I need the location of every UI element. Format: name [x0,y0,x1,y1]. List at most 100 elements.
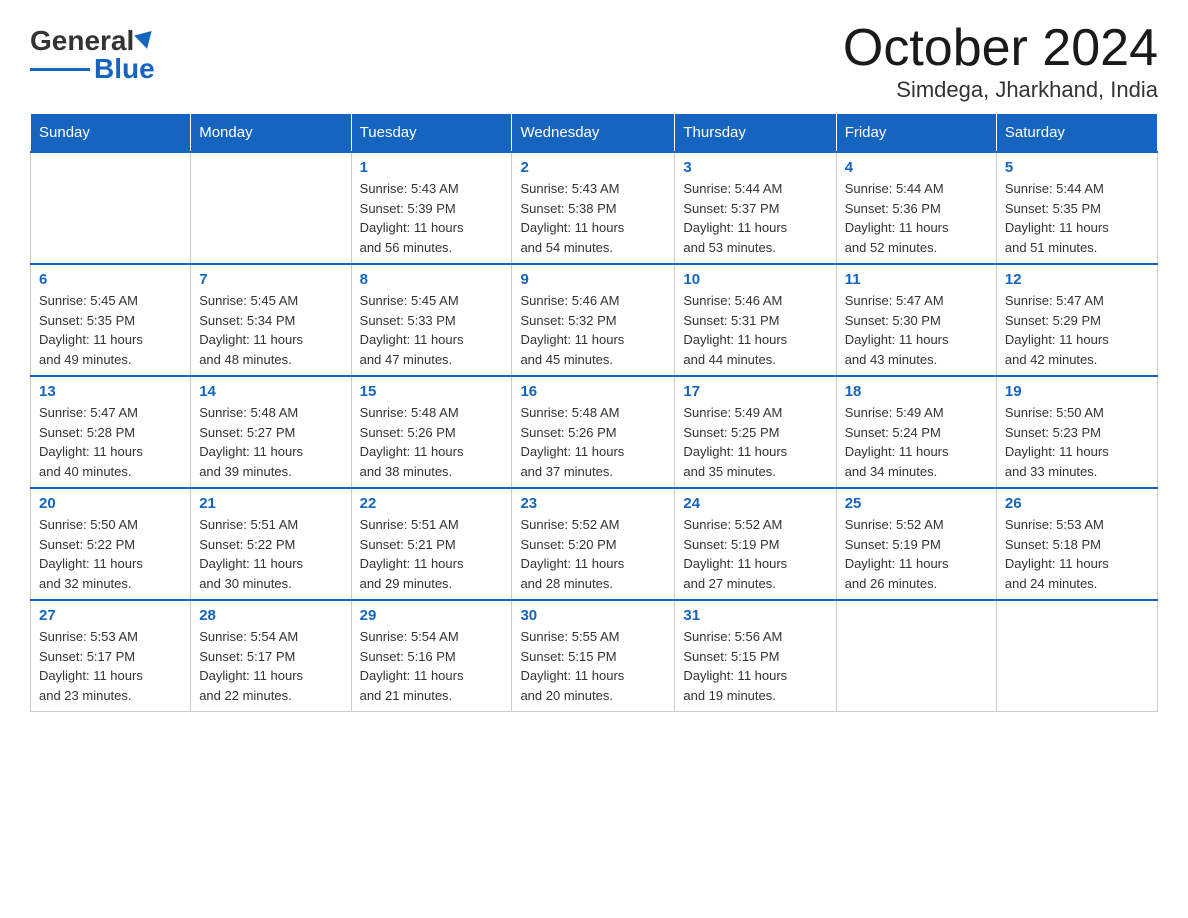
calendar-cell: 31 Sunrise: 5:56 AMSunset: 5:15 PMDayligh… [675,600,836,712]
day-number: 11 [845,271,988,288]
day-info: Sunrise: 5:44 AMSunset: 5:36 PMDaylight:… [845,179,988,257]
logo-triangle-icon [135,31,157,51]
weekday-header-sunday: Sunday [31,114,191,153]
calendar-cell [191,152,351,264]
calendar-cell: 3 Sunrise: 5:44 AMSunset: 5:37 PMDaylight… [675,152,836,264]
day-info: Sunrise: 5:43 AMSunset: 5:39 PMDaylight:… [360,179,504,257]
calendar-cell: 21 Sunrise: 5:51 AMSunset: 5:22 PMDayligh… [191,488,351,600]
calendar-cell: 26 Sunrise: 5:53 AMSunset: 5:18 PMDayligh… [996,488,1157,600]
calendar-cell: 11 Sunrise: 5:47 AMSunset: 5:30 PMDayligh… [836,264,996,376]
calendar-cell: 5 Sunrise: 5:44 AMSunset: 5:35 PMDaylight… [996,152,1157,264]
day-info: Sunrise: 5:54 AMSunset: 5:16 PMDaylight:… [360,627,504,705]
calendar-cell [996,600,1157,712]
day-info: Sunrise: 5:45 AMSunset: 5:35 PMDaylight:… [39,291,182,369]
calendar-cell: 30Sunrise: 5:55 AMSunset: 5:15 PMDayligh… [512,600,675,712]
day-number: 17 [683,383,827,400]
day-number: 24 [683,495,827,512]
day-info: Sunrise: 5:53 AMSunset: 5:17 PMDaylight:… [39,627,182,705]
day-info: Sunrise: 5:56 AMSunset: 5:15 PMDaylight:… [683,627,827,705]
day-number: 14 [199,383,342,400]
weekday-header-wednesday: Wednesday [512,114,675,153]
day-info: Sunrise: 5:52 AMSunset: 5:19 PMDaylight:… [845,515,988,593]
location-title: Simdega, Jharkhand, India [843,77,1158,103]
day-info: Sunrise: 5:50 AMSunset: 5:23 PMDaylight:… [1005,403,1149,481]
calendar-cell: 25 Sunrise: 5:52 AMSunset: 5:19 PMDayligh… [836,488,996,600]
day-number: 21 [199,495,342,512]
weekday-header-monday: Monday [191,114,351,153]
page-header: General Blue October 2024 Simdega, Jhark… [30,20,1158,103]
calendar-cell: 4Sunrise: 5:44 AMSunset: 5:36 PMDaylight… [836,152,996,264]
day-info: Sunrise: 5:49 AMSunset: 5:25 PMDaylight:… [683,403,827,481]
day-info: Sunrise: 5:47 AMSunset: 5:30 PMDaylight:… [845,291,988,369]
day-number: 10 [683,271,827,288]
calendar-cell: 23 Sunrise: 5:52 AMSunset: 5:20 PMDayligh… [512,488,675,600]
day-info: Sunrise: 5:45 AMSunset: 5:33 PMDaylight:… [360,291,504,369]
day-info: Sunrise: 5:50 AMSunset: 5:22 PMDaylight:… [39,515,182,593]
week-row-3: 13 Sunrise: 5:47 AMSunset: 5:28 PMDayligh… [31,376,1158,488]
calendar-cell: 9Sunrise: 5:46 AMSunset: 5:32 PMDaylight… [512,264,675,376]
week-row-5: 27 Sunrise: 5:53 AMSunset: 5:17 PMDayligh… [31,600,1158,712]
logo: General Blue [30,20,156,85]
calendar-cell: 14 Sunrise: 5:48 AMSunset: 5:27 PMDayligh… [191,376,351,488]
calendar-cell: 15 Sunrise: 5:48 AMSunset: 5:26 PMDayligh… [351,376,512,488]
day-number: 30 [520,607,666,624]
day-number: 13 [39,383,182,400]
day-number: 25 [845,495,988,512]
weekday-header-thursday: Thursday [675,114,836,153]
day-info: Sunrise: 5:48 AMSunset: 5:26 PMDaylight:… [520,403,666,481]
day-info: Sunrise: 5:51 AMSunset: 5:21 PMDaylight:… [360,515,504,593]
day-number: 23 [520,495,666,512]
day-number: 18 [845,383,988,400]
weekday-header-friday: Friday [836,114,996,153]
day-number: 26 [1005,495,1149,512]
day-number: 8 [360,271,504,288]
calendar-table: SundayMondayTuesdayWednesdayThursdayFrid… [30,113,1158,712]
week-row-1: 1 Sunrise: 5:43 AMSunset: 5:39 PMDaylight… [31,152,1158,264]
day-number: 16 [520,383,666,400]
title-block: October 2024 Simdega, Jharkhand, India [843,20,1158,103]
day-info: Sunrise: 5:46 AMSunset: 5:31 PMDaylight:… [683,291,827,369]
logo-blue: Blue [94,53,155,85]
day-info: Sunrise: 5:53 AMSunset: 5:18 PMDaylight:… [1005,515,1149,593]
calendar-cell: 22 Sunrise: 5:51 AMSunset: 5:21 PMDayligh… [351,488,512,600]
calendar-cell: 12 Sunrise: 5:47 AMSunset: 5:29 PMDayligh… [996,264,1157,376]
day-info: Sunrise: 5:48 AMSunset: 5:26 PMDaylight:… [360,403,504,481]
day-number: 7 [199,271,342,288]
calendar-cell: 18Sunrise: 5:49 AMSunset: 5:24 PMDayligh… [836,376,996,488]
day-info: Sunrise: 5:54 AMSunset: 5:17 PMDaylight:… [199,627,342,705]
day-info: Sunrise: 5:48 AMSunset: 5:27 PMDaylight:… [199,403,342,481]
day-number: 2 [520,159,666,176]
day-info: Sunrise: 5:51 AMSunset: 5:22 PMDaylight:… [199,515,342,593]
day-number: 19 [1005,383,1149,400]
day-number: 15 [360,383,504,400]
day-number: 31 [683,607,827,624]
calendar-cell [31,152,191,264]
day-number: 5 [1005,159,1149,176]
day-info: Sunrise: 5:52 AMSunset: 5:20 PMDaylight:… [520,515,666,593]
calendar-cell: 20 Sunrise: 5:50 AMSunset: 5:22 PMDayligh… [31,488,191,600]
calendar-cell: 29Sunrise: 5:54 AMSunset: 5:16 PMDayligh… [351,600,512,712]
calendar-cell: 1 Sunrise: 5:43 AMSunset: 5:39 PMDaylight… [351,152,512,264]
day-info: Sunrise: 5:47 AMSunset: 5:28 PMDaylight:… [39,403,182,481]
day-info: Sunrise: 5:46 AMSunset: 5:32 PMDaylight:… [520,291,666,369]
day-info: Sunrise: 5:47 AMSunset: 5:29 PMDaylight:… [1005,291,1149,369]
day-info: Sunrise: 5:44 AMSunset: 5:35 PMDaylight:… [1005,179,1149,257]
day-number: 12 [1005,271,1149,288]
calendar-cell: 7 Sunrise: 5:45 AMSunset: 5:34 PMDaylight… [191,264,351,376]
day-number: 20 [39,495,182,512]
calendar-cell: 19 Sunrise: 5:50 AMSunset: 5:23 PMDayligh… [996,376,1157,488]
calendar-header-row: SundayMondayTuesdayWednesdayThursdayFrid… [31,114,1158,153]
calendar-cell: 28Sunrise: 5:54 AMSunset: 5:17 PMDayligh… [191,600,351,712]
calendar-cell: 24Sunrise: 5:52 AMSunset: 5:19 PMDayligh… [675,488,836,600]
calendar-cell: 10 Sunrise: 5:46 AMSunset: 5:31 PMDayligh… [675,264,836,376]
calendar-cell: 16 Sunrise: 5:48 AMSunset: 5:26 PMDayligh… [512,376,675,488]
day-info: Sunrise: 5:45 AMSunset: 5:34 PMDaylight:… [199,291,342,369]
calendar-cell: 2Sunrise: 5:43 AMSunset: 5:38 PMDaylight… [512,152,675,264]
day-info: Sunrise: 5:44 AMSunset: 5:37 PMDaylight:… [683,179,827,257]
day-number: 3 [683,159,827,176]
day-number: 1 [360,159,504,176]
day-number: 22 [360,495,504,512]
day-number: 27 [39,607,182,624]
week-row-2: 6Sunrise: 5:45 AMSunset: 5:35 PMDaylight… [31,264,1158,376]
calendar-cell [836,600,996,712]
